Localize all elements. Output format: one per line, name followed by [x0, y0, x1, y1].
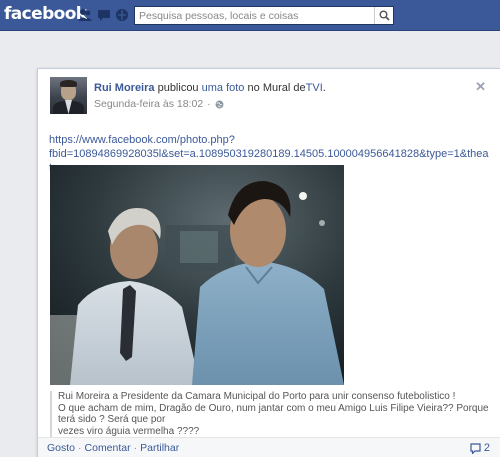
- caption-line-2: O que acham de mim, Dragão de Ouro, num …: [58, 402, 489, 426]
- search-icon: [379, 10, 390, 21]
- search-box: [134, 6, 394, 25]
- photo-image: [50, 165, 344, 385]
- caption-line-3: vezes viro águia vermelha ????: [58, 425, 200, 437]
- target-page-link[interactable]: TVI: [306, 82, 323, 94]
- search-input[interactable]: [135, 7, 370, 24]
- globe-icon: [215, 100, 224, 108]
- post-card: Rui Moreira publicou uma foto no Mural d…: [37, 68, 500, 457]
- comment-count[interactable]: 2: [470, 442, 490, 454]
- post-timestamp[interactable]: Segunda-feira às 18:02: [94, 98, 203, 110]
- like-button[interactable]: Gosto: [47, 442, 75, 454]
- search-button[interactable]: [374, 7, 393, 24]
- target-connector: de: [293, 82, 306, 94]
- timestamp-dot: ·: [207, 98, 211, 110]
- comment-button[interactable]: Comentar: [85, 442, 131, 454]
- friend-requests-icon[interactable]: [78, 7, 92, 23]
- post-photo[interactable]: [50, 165, 344, 385]
- action-separator: ·: [78, 442, 82, 454]
- photo-link[interactable]: uma foto: [202, 82, 245, 94]
- comment-count-value: 2: [483, 442, 490, 454]
- post-caption: Rui Moreira a Presidente da Camara Munic…: [50, 391, 490, 437]
- top-bar: facebook: [0, 0, 500, 31]
- header-period: .: [322, 82, 326, 94]
- action-separator: ·: [133, 442, 138, 454]
- notifications-icon[interactable]: [115, 7, 129, 23]
- share-button[interactable]: Partilhar: [140, 442, 179, 454]
- author-avatar[interactable]: [50, 77, 87, 114]
- action-text: publicou: [157, 82, 199, 94]
- preposition-text: no: [247, 82, 260, 94]
- close-icon[interactable]: ✕: [475, 79, 486, 95]
- post-actions: Gosto · Comentar · Partilhar 2: [38, 437, 500, 457]
- comment-icon: [470, 442, 481, 454]
- post-header: Rui Moreira publicou uma foto no Mural d…: [94, 81, 474, 110]
- caption-line-1: Rui Moreira a Presidente da Camara Munic…: [58, 391, 456, 402]
- messages-icon[interactable]: [97, 7, 111, 23]
- url-line-1[interactable]: https://www.facebook.com/photo.php?: [49, 133, 489, 147]
- facebook-logo[interactable]: facebook: [4, 4, 87, 24]
- target-prefix: Mural: [262, 82, 291, 94]
- author-name[interactable]: Rui Moreira: [94, 82, 155, 94]
